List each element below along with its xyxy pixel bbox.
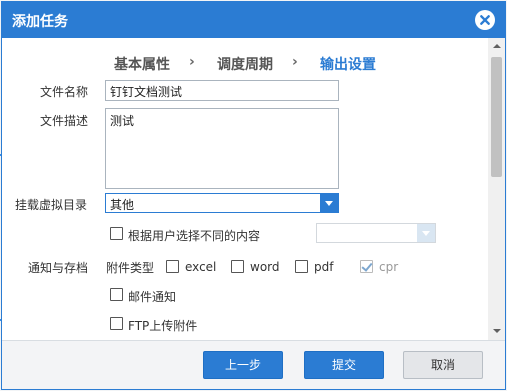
by-user-choice-checkbox[interactable] [110, 227, 123, 240]
scroll-up-icon[interactable] [488, 38, 505, 55]
file-desc-label: 文件描述 [40, 114, 89, 128]
excel-label: excel [185, 260, 217, 274]
cancel-button[interactable]: 取消 [403, 351, 483, 379]
file-name-input[interactable]: 钉钉文档测试 [105, 80, 339, 101]
step-separator: › [292, 54, 298, 70]
chevron-down-icon[interactable] [320, 194, 338, 212]
mount-dir-value: 其他 [110, 198, 135, 212]
add-task-dialog: 添加任务 基本属性 › 调度周期 › 输出设置 文件名称 钉钉文档测试 文件描述… [1, 1, 506, 390]
step-basic-props[interactable]: 基本属性 [114, 54, 170, 74]
step-output-settings[interactable]: 输出设置 [320, 54, 376, 74]
attachment-type-label: 附件类型 [106, 261, 155, 275]
submit-button[interactable]: 提交 [304, 351, 384, 379]
vertical-scrollbar[interactable] [488, 38, 505, 340]
close-icon[interactable] [475, 10, 495, 30]
prev-step-button[interactable]: 上一步 [203, 351, 283, 379]
dialog-content: 基本属性 › 调度周期 › 输出设置 文件名称 钉钉文档测试 文件描述 测试 挂… [2, 38, 488, 340]
by-user-choice-label: 根据用户选择不同的内容 [128, 229, 261, 243]
scroll-down-icon[interactable] [488, 323, 505, 340]
chevron-down-icon [417, 224, 435, 242]
scrollbar-thumb[interactable] [491, 57, 502, 177]
dialog-title: 添加任务 [12, 14, 68, 30]
file-name-label: 文件名称 [40, 85, 89, 99]
word-label: word [250, 260, 280, 274]
mount-dir-label: 挂载虚拟目录 [15, 198, 88, 212]
ftp-upload-checkbox[interactable] [110, 317, 123, 330]
step-separator: › [189, 54, 195, 70]
step-indicator: 基本属性 › 调度周期 › 输出设置 [2, 54, 488, 74]
cpr-checkbox [360, 260, 373, 273]
file-desc-textarea[interactable]: 测试 [105, 108, 339, 189]
email-notify-checkbox[interactable] [110, 288, 123, 301]
excel-checkbox[interactable] [166, 260, 179, 273]
email-notify-label: 邮件通知 [128, 290, 177, 304]
pdf-label: pdf [314, 260, 334, 274]
ftp-upload-label: FTP上传附件 [128, 319, 198, 333]
step-schedule[interactable]: 调度周期 [217, 54, 273, 74]
pdf-checkbox[interactable] [295, 260, 308, 273]
mount-dir-select[interactable]: 其他 [105, 193, 339, 213]
dialog-footer: 上一步 提交 取消 [2, 340, 505, 389]
user-choice-select [316, 223, 436, 243]
dialog-titlebar: 添加任务 [2, 2, 505, 38]
word-checkbox[interactable] [231, 260, 244, 273]
notify-storage-label: 通知与存档 [28, 261, 89, 275]
cpr-label: cpr [379, 260, 399, 274]
